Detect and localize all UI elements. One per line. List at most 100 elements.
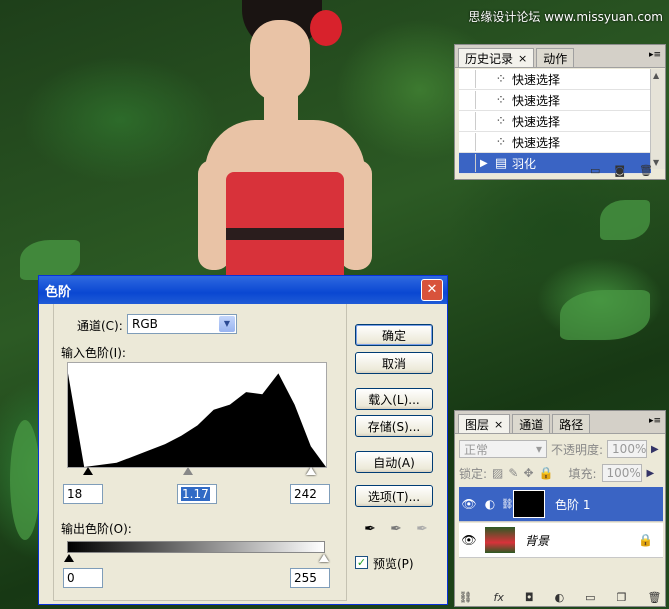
cancel-button-label: 取消 — [381, 356, 406, 371]
blend-mode-select[interactable]: 正常 ▾ — [459, 440, 547, 458]
lock-transparency-icon[interactable]: ▨ — [492, 466, 503, 480]
history-item[interactable]: ⁘ 快速选择 — [459, 111, 651, 132]
output-white-slider[interactable] — [319, 554, 329, 562]
channel-select[interactable]: RGB ▼ — [127, 314, 237, 334]
eye-icon[interactable]: 👁 — [459, 497, 479, 511]
history-scrollbar[interactable]: ▲ ▼ — [650, 69, 665, 169]
new-document-from-state-icon[interactable]: ▭ — [590, 164, 600, 177]
palette-menu-icon[interactable]: ▸≡ — [649, 49, 661, 61]
tab-paths[interactable]: 路径 — [552, 414, 591, 433]
layer-mask-thumbnail[interactable] — [513, 490, 545, 518]
input-black-slider[interactable] — [83, 467, 93, 475]
add-mask-icon[interactable]: ◘ — [525, 591, 534, 604]
snapshot-checkbox[interactable] — [459, 112, 476, 130]
output-gradient — [67, 541, 325, 553]
blend-mode-value: 正常 — [464, 442, 489, 457]
load-button[interactable]: 载入(L)... — [355, 388, 433, 410]
preview-label[interactable]: 预览(P) — [373, 555, 414, 572]
adjustment-layer-icon[interactable]: ◐ — [555, 591, 565, 604]
layer-style-icon[interactable]: fx — [493, 591, 503, 604]
input-gamma-slider[interactable] — [183, 467, 193, 475]
snapshot-checkbox[interactable] — [459, 133, 476, 151]
delete-layer-icon[interactable]: 🗑 — [647, 591, 661, 604]
close-icon[interactable]: × — [494, 418, 503, 431]
input-gamma-value: 1.17 — [181, 487, 210, 501]
output-white-field[interactable]: 255 — [290, 568, 330, 588]
input-levels-label: 输入色阶(I): — [61, 346, 126, 360]
tab-layers[interactable]: 图层 × — [458, 414, 511, 433]
output-levels-label: 输出色阶(O): — [61, 522, 132, 536]
layer-name: 背景 — [525, 533, 550, 548]
snapshot-checkbox[interactable] — [459, 91, 476, 109]
opacity-field[interactable]: 100% — [607, 440, 648, 458]
white-eyedropper-icon[interactable]: ✒ — [413, 520, 431, 538]
model-arm — [340, 160, 372, 270]
output-black-slider[interactable] — [64, 554, 74, 562]
dialog-title: 色阶 — [45, 284, 72, 300]
close-button[interactable]: ✕ — [421, 279, 443, 301]
opacity-arrow-icon[interactable]: ▶ — [651, 444, 659, 455]
fill-field[interactable]: 100% — [601, 464, 642, 482]
new-layer-icon[interactable]: ❐ — [617, 591, 627, 604]
snapshot-checkbox[interactable] — [459, 70, 476, 88]
input-white-value: 242 — [294, 487, 317, 501]
lock-row: 锁定: ▨ ✎ ✥ 🔒 填充: 100% ▶ — [459, 463, 661, 483]
layer-row-background[interactable]: 👁 背景 🔒 — [459, 523, 663, 558]
history-item[interactable]: ⁘ 快速选择 — [459, 132, 651, 153]
cancel-button[interactable]: 取消 — [355, 352, 433, 374]
gray-eyedropper-icon[interactable]: ✒ — [387, 520, 405, 538]
black-eyedropper-icon[interactable]: ✒ — [361, 520, 379, 538]
layers-footer: ⛓ fx ◘ ◐ ▭ ❐ 🗑 — [455, 588, 665, 606]
histogram-area — [68, 373, 326, 467]
save-button[interactable]: 存储(S)... — [355, 415, 433, 437]
history-tabs: 历史记录 × 动作 ▸≡ — [455, 45, 665, 68]
fill-arrow-icon[interactable]: ▶ — [647, 468, 655, 479]
tab-channels[interactable]: 通道 — [512, 414, 551, 433]
scroll-up-icon[interactable]: ▲ — [653, 71, 659, 80]
new-group-icon[interactable]: ▭ — [585, 591, 595, 604]
close-icon[interactable]: × — [518, 52, 527, 65]
leaf-shape — [10, 420, 40, 540]
tab-history[interactable]: 历史记录 × — [458, 48, 535, 67]
levels-dialog: 色阶 ✕ 通道(C): RGB ▼ 输入色阶(I): 18 1.17 242 输… — [38, 275, 448, 605]
lock-icon: 🔒 — [638, 533, 653, 547]
dress-band — [226, 228, 344, 240]
preview-checkbox[interactable]: ✓ — [355, 556, 368, 569]
ok-button[interactable]: 确定 — [355, 324, 433, 346]
chevron-down-icon[interactable]: ▼ — [219, 316, 235, 332]
save-button-label: 存储(S)... — [367, 419, 421, 434]
input-gamma-field[interactable]: 1.17 — [177, 484, 217, 504]
lock-image-icon[interactable]: ✎ — [508, 466, 518, 480]
palette-menu-icon[interactable]: ▸≡ — [649, 415, 661, 427]
link-layers-icon[interactable]: ⛓ — [459, 591, 473, 604]
model-face — [250, 20, 310, 102]
quick-select-icon: ⁘ — [495, 134, 507, 150]
tab-actions[interactable]: 动作 — [536, 48, 575, 67]
new-snapshot-icon[interactable]: ◙ — [614, 164, 625, 177]
history-footer: ▭ ◙ 🗑 — [455, 161, 665, 179]
options-button[interactable]: 选项(T)... — [355, 485, 433, 507]
input-white-field[interactable]: 242 — [290, 484, 330, 504]
quick-select-icon: ⁘ — [495, 71, 507, 87]
quick-select-icon: ⁘ — [495, 113, 507, 129]
quick-select-icon: ⁘ — [495, 92, 507, 108]
channel-value: RGB — [132, 317, 158, 331]
auto-button[interactable]: 自动(A) — [355, 451, 433, 473]
hair-flower — [310, 10, 342, 46]
histogram-chart — [67, 362, 327, 468]
input-white-slider[interactable] — [306, 467, 316, 475]
dialog-titlebar[interactable]: 色阶 ✕ — [39, 276, 447, 304]
delete-state-icon[interactable]: 🗑 — [639, 164, 653, 177]
lock-position-icon[interactable]: ✥ — [523, 466, 533, 480]
history-item-label: 快速选择 — [512, 135, 561, 150]
layer-thumbnail[interactable] — [485, 527, 515, 553]
history-item[interactable]: ⁘ 快速选择 — [459, 69, 651, 90]
eye-icon[interactable]: 👁 — [459, 533, 479, 547]
layer-row-levels[interactable]: 👁 ◐ ⛓ 色阶 1 — [459, 487, 663, 522]
leaf-shape — [20, 240, 80, 280]
tab-paths-label: 路径 — [559, 417, 584, 432]
history-item[interactable]: ⁘ 快速选择 — [459, 90, 651, 111]
output-black-field[interactable]: 0 — [63, 568, 103, 588]
lock-all-icon[interactable]: 🔒 — [539, 466, 554, 480]
input-black-field[interactable]: 18 — [63, 484, 103, 504]
